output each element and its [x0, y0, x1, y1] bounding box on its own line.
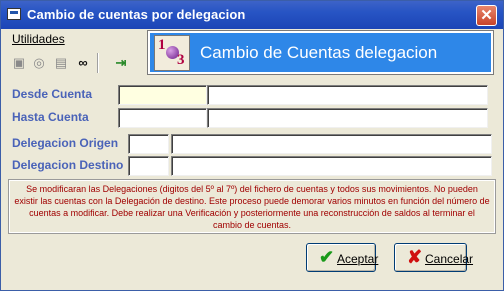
header-banner: 1 3 Cambio de Cuentas delegacion: [147, 30, 494, 75]
window-title: Cambio de cuentas por delegacion: [27, 7, 246, 22]
desde-cuenta-desc-field[interactable]: [207, 85, 488, 105]
delegacion-destino-desc-field[interactable]: [171, 156, 492, 176]
delegacion-origen-code-field[interactable]: [128, 134, 169, 154]
hasta-cuenta-label: Hasta Cuenta: [12, 110, 89, 124]
checkmark-icon: ✔: [319, 247, 335, 267]
menu-bar: Utilidades: [2, 29, 147, 49]
preview-icon[interactable]: ◎: [31, 54, 47, 72]
delegacion-origen-label: Delegacion Origen: [12, 136, 119, 150]
delegacion-destino-label: Delegacion Destino: [12, 158, 124, 172]
app-logo: 1 3: [154, 35, 190, 71]
logo-digit-three: 3: [177, 52, 185, 68]
print-icon[interactable]: ▤: [53, 54, 69, 72]
logo-digit-one: 1: [158, 37, 166, 53]
toolbar-separator: [97, 53, 99, 73]
x-icon: ✘: [407, 247, 423, 267]
hasta-cuenta-desc-field[interactable]: [207, 108, 488, 128]
menu-utilidades[interactable]: Utilidades: [12, 32, 65, 46]
cancel-button-label: Cancelar: [425, 252, 474, 266]
exit-door-icon[interactable]: ⇥: [113, 54, 129, 72]
dialog-window: Cambio de cuentas por delegacion ✕ Utili…: [0, 0, 504, 291]
banner-title: Cambio de Cuentas delegacion: [200, 43, 438, 62]
save-icon[interactable]: ▣: [11, 54, 27, 72]
cancel-button[interactable]: ✘ Cancelar: [394, 243, 473, 272]
desde-cuenta-code-field[interactable]: [118, 85, 207, 105]
delegacion-origen-desc-field[interactable]: [171, 134, 492, 154]
app-icon: [7, 8, 21, 20]
info-notice: Se modificaran las Delegaciones (digitos…: [8, 179, 496, 234]
accept-button[interactable]: ✔ Aceptar: [306, 243, 379, 272]
toolbar: ▣ ◎ ▤ ∞ ⇥: [5, 51, 143, 77]
title-bar[interactable]: Cambio de cuentas por delegacion ✕: [1, 1, 503, 29]
desde-cuenta-label: Desde Cuenta: [12, 87, 93, 101]
close-button[interactable]: ✕: [476, 5, 497, 26]
accept-button-label: Aceptar: [337, 252, 379, 266]
binoculars-icon[interactable]: ∞: [75, 54, 91, 72]
hasta-cuenta-code-field[interactable]: [118, 108, 207, 128]
delegacion-destino-code-field[interactable]: [128, 156, 169, 176]
